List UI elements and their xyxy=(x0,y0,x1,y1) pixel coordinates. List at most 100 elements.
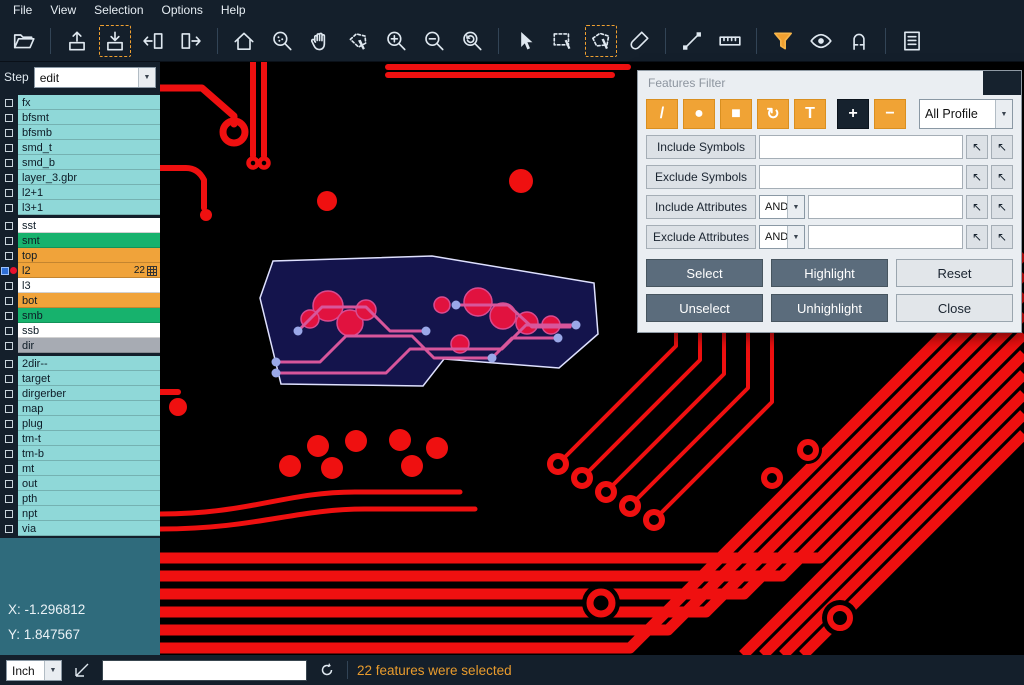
layer-visibility-checkbox[interactable] xyxy=(0,95,18,110)
layer-name[interactable]: smd_b xyxy=(18,155,160,170)
refresh-icon[interactable] xyxy=(316,659,338,681)
chevron-down-icon[interactable]: ▼ xyxy=(787,226,804,248)
layer-visibility-checkbox[interactable] xyxy=(0,416,18,431)
layer-row-sst[interactable]: sst xyxy=(0,218,160,233)
layer-name[interactable]: tm-b xyxy=(18,446,160,461)
layer-name[interactable]: top xyxy=(18,248,160,263)
layer-name[interactable]: dir xyxy=(18,338,160,353)
layer-row-smd_b[interactable]: smd_b xyxy=(0,155,160,170)
checkbox-icon[interactable] xyxy=(5,159,13,167)
select-polygon-icon[interactable] xyxy=(585,25,617,57)
chevron-down-icon[interactable]: ▼ xyxy=(138,68,155,87)
layer-row-tm-t[interactable]: tm-t xyxy=(0,431,160,446)
menu-selection[interactable]: Selection xyxy=(85,1,152,19)
cursor-icon[interactable] xyxy=(509,25,541,57)
checkbox-icon[interactable] xyxy=(5,129,13,137)
layer-name[interactable]: bfsmt xyxy=(18,110,160,125)
reset-button[interactable]: Reset xyxy=(896,259,1013,287)
layer-visibility-checkbox[interactable] xyxy=(0,140,18,155)
layer-name[interactable]: out xyxy=(18,476,160,491)
layer-row-top[interactable]: top xyxy=(0,248,160,263)
layer-visibility-checkbox[interactable] xyxy=(0,506,18,521)
checkbox-icon[interactable] xyxy=(5,405,13,413)
layer-name[interactable]: fx xyxy=(18,95,160,110)
dialog-title[interactable]: Features Filter xyxy=(638,71,1021,95)
layer-visibility-checkbox[interactable] xyxy=(0,521,18,536)
layer-visibility-checkbox[interactable] xyxy=(0,293,18,308)
layer-row-tm-b[interactable]: tm-b xyxy=(0,446,160,461)
layer-name[interactable]: dirgerber xyxy=(18,386,160,401)
pick-symbol-add-icon[interactable]: ↖ xyxy=(991,135,1013,159)
highlight-button[interactable]: Highlight xyxy=(771,259,888,287)
checkbox-icon[interactable] xyxy=(5,525,13,533)
layer-row-smt[interactable]: smt xyxy=(0,233,160,248)
unit-select[interactable]: Inch ▼ xyxy=(6,660,62,681)
layer-name[interactable]: tm-t xyxy=(18,431,160,446)
layer-visibility-checkbox[interactable] xyxy=(0,218,18,233)
layer-row-fx[interactable]: fx xyxy=(0,95,160,110)
layer-visibility-checkbox[interactable] xyxy=(0,110,18,125)
menu-options[interactable]: Options xyxy=(153,1,212,19)
layer-visibility-checkbox[interactable] xyxy=(0,491,18,506)
pan-hand-icon[interactable] xyxy=(304,25,336,57)
menu-file[interactable]: File xyxy=(4,1,41,19)
checkbox-icon[interactable] xyxy=(5,114,13,122)
layer-row-2dir--[interactable]: 2dir-- xyxy=(0,356,160,371)
checkbox-icon[interactable] xyxy=(5,342,13,350)
open-folder-icon[interactable] xyxy=(8,25,40,57)
exclude-attributes-input[interactable] xyxy=(808,225,963,249)
layer-row-bot[interactable]: bot xyxy=(0,293,160,308)
layer-name[interactable]: smb xyxy=(18,308,160,323)
exclude-attributes-logic-select[interactable]: AND ▼ xyxy=(759,225,805,249)
brush-icon[interactable] xyxy=(623,25,655,57)
checkbox-icon[interactable] xyxy=(5,282,13,290)
layer-visibility-checkbox[interactable] xyxy=(0,356,18,371)
layer-visibility-checkbox[interactable] xyxy=(0,125,18,140)
layer-name[interactable]: 2dir-- xyxy=(18,356,160,371)
zoom-area-icon[interactable] xyxy=(266,25,298,57)
include-attributes-logic-select[interactable]: AND ▼ xyxy=(759,195,805,219)
profile-select[interactable]: All Profile ▼ xyxy=(919,99,1013,129)
checkbox-icon[interactable] xyxy=(5,252,13,260)
checkbox-icon[interactable] xyxy=(5,297,13,305)
pick-attribute-icon[interactable]: ↖ xyxy=(966,225,988,249)
layer-visibility-checkbox[interactable] xyxy=(0,155,18,170)
layer-row-dirgerber[interactable]: dirgerber xyxy=(0,386,160,401)
checkbox-icon[interactable] xyxy=(5,480,13,488)
dialog-menu-button[interactable] xyxy=(983,71,1021,95)
layer-row-bfsmb[interactable]: bfsmb xyxy=(0,125,160,140)
checkbox-icon[interactable] xyxy=(5,189,13,197)
layer-visibility-checkbox[interactable] xyxy=(0,323,18,338)
layer-name[interactable]: via xyxy=(18,521,160,536)
layer-visibility-checkbox[interactable] xyxy=(0,431,18,446)
layer-row-plug[interactable]: plug xyxy=(0,416,160,431)
snap-magnet-icon[interactable] xyxy=(843,25,875,57)
layer-name[interactable]: l3 xyxy=(18,278,160,293)
checkbox-icon[interactable] xyxy=(5,327,13,335)
pick-attribute-add-icon[interactable]: ↖ xyxy=(991,225,1013,249)
layer-name[interactable]: smd_t xyxy=(18,140,160,155)
layer-visibility-checkbox[interactable] xyxy=(0,446,18,461)
layer-name[interactable]: ssb xyxy=(18,323,160,338)
layer-row-bfsmt[interactable]: bfsmt xyxy=(0,110,160,125)
home-icon[interactable] xyxy=(228,25,260,57)
page-right-icon[interactable] xyxy=(175,25,207,57)
page-left-icon[interactable] xyxy=(137,25,169,57)
layer-visibility-checkbox[interactable] xyxy=(0,248,18,263)
filter-surface-button[interactable]: ■ xyxy=(720,99,752,129)
layer-visibility-checkbox[interactable] xyxy=(0,308,18,323)
command-input[interactable] xyxy=(102,660,307,681)
layer-row-layer_3.gbr[interactable]: layer_3.gbr xyxy=(0,170,160,185)
exclude-attributes-button[interactable]: Exclude Attributes xyxy=(646,225,756,249)
layer-visibility-checkbox[interactable] xyxy=(0,233,18,248)
menu-view[interactable]: View xyxy=(41,1,85,19)
chevron-down-icon[interactable]: ▼ xyxy=(787,196,804,218)
include-symbols-input[interactable] xyxy=(759,135,963,159)
layer-row-smb[interactable]: smb xyxy=(0,308,160,323)
checkbox-icon[interactable] xyxy=(5,390,13,398)
layer-visibility-checkbox[interactable] xyxy=(0,200,18,215)
filter-line-button[interactable]: / xyxy=(646,99,678,129)
include-attributes-input[interactable] xyxy=(808,195,963,219)
checkbox-icon[interactable] xyxy=(5,420,13,428)
checkbox-icon[interactable] xyxy=(5,510,13,518)
